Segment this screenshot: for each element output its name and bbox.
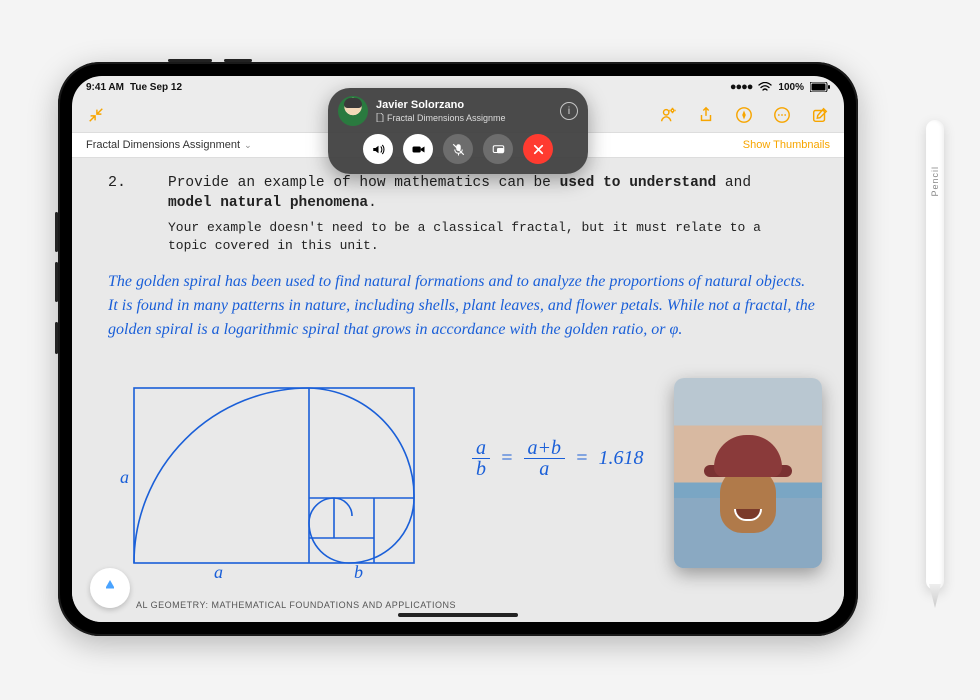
shared-document-label: Fractal Dimensions Assignme xyxy=(376,113,506,123)
document-footer-text: AL GEOMETRY: MATHEMATICAL FOUNDATIONS AN… xyxy=(136,600,456,610)
collaborate-icon[interactable] xyxy=(658,105,678,125)
document-title-dropdown[interactable]: Fractal Dimensions Assignment ⌄ xyxy=(86,139,252,151)
markup-icon[interactable] xyxy=(734,105,754,125)
chevron-down-icon: ⌄ xyxy=(244,140,252,151)
diagram-label-a-bottom: a xyxy=(214,562,223,578)
caller-name: Javier Solorzano xyxy=(376,99,506,111)
minimize-icon[interactable] xyxy=(86,105,106,125)
wifi-icon xyxy=(758,82,772,92)
document-icon xyxy=(376,113,384,122)
mute-button[interactable] xyxy=(443,134,473,164)
apple-pencil-label: Pencil xyxy=(930,166,940,197)
battery-percent: 100% xyxy=(778,82,804,93)
drawing-tool-button[interactable] xyxy=(90,568,130,608)
diagram-label-b-bottom: b xyxy=(354,562,363,578)
compose-icon[interactable] xyxy=(810,105,830,125)
ipad-screen: 9:41 AM Tue Sep 12 ●●●● 100% xyxy=(72,76,844,622)
ipad-device-frame: 9:41 AM Tue Sep 12 ●●●● 100% xyxy=(58,62,858,636)
end-call-button[interactable] xyxy=(523,134,553,164)
battery-icon xyxy=(810,82,830,92)
screen-share-button[interactable] xyxy=(483,134,513,164)
handwritten-answer: The golden spiral has been used to find … xyxy=(108,270,818,342)
caller-avatar xyxy=(338,96,368,126)
camera-button[interactable] xyxy=(403,134,433,164)
call-info-button[interactable]: i xyxy=(560,102,578,120)
share-icon[interactable] xyxy=(696,105,716,125)
speaker-button[interactable] xyxy=(363,134,393,164)
apple-pencil: Pencil xyxy=(926,120,944,590)
status-time: 9:41 AM xyxy=(86,82,124,93)
golden-ratio-equation: ab = a+ba = 1.618 xyxy=(472,438,644,479)
home-indicator[interactable] xyxy=(398,613,518,617)
more-icon[interactable] xyxy=(772,105,792,125)
show-thumbnails-button[interactable]: Show Thumbnails xyxy=(743,139,830,151)
golden-spiral-diagram: a a b xyxy=(114,378,424,578)
status-date: Tue Sep 12 xyxy=(130,82,182,93)
pencil-tip-icon xyxy=(106,580,114,608)
document-title-text: Fractal Dimensions Assignment xyxy=(86,139,240,151)
question-prompt: Provide an example of how mathematics ca… xyxy=(168,174,788,254)
question-number: 2. xyxy=(108,174,126,191)
cellular-icon: ●●●● xyxy=(730,81,753,93)
facetime-pip-video[interactable] xyxy=(674,378,822,568)
diagram-label-a-left: a xyxy=(120,467,129,487)
facetime-call-panel[interactable]: Javier Solorzano Fractal Dimensions Assi… xyxy=(328,88,588,174)
